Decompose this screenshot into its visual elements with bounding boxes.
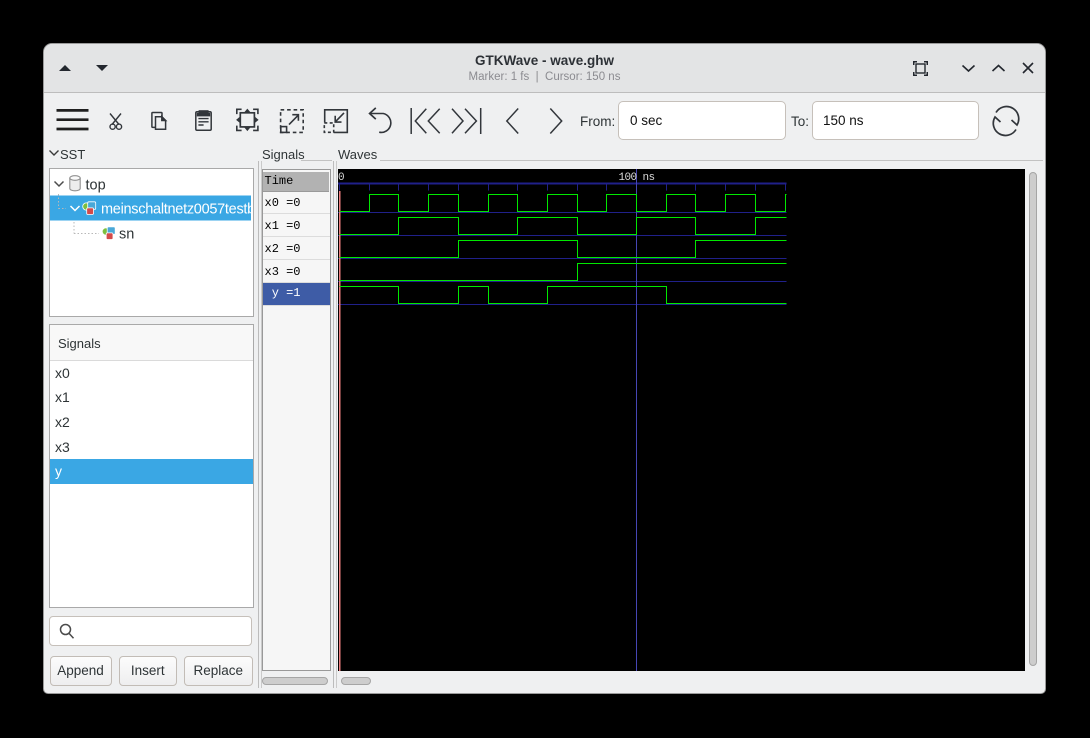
svg-text:meinschaltnetz0057testbe: meinschaltnetz0057testbe [101,202,251,218]
svg-text:100 ns: 100 ns [618,172,654,184]
svg-text:sn: sn [119,227,134,243]
svg-text:0: 0 [338,172,344,184]
svg-text:top: top [86,178,106,194]
